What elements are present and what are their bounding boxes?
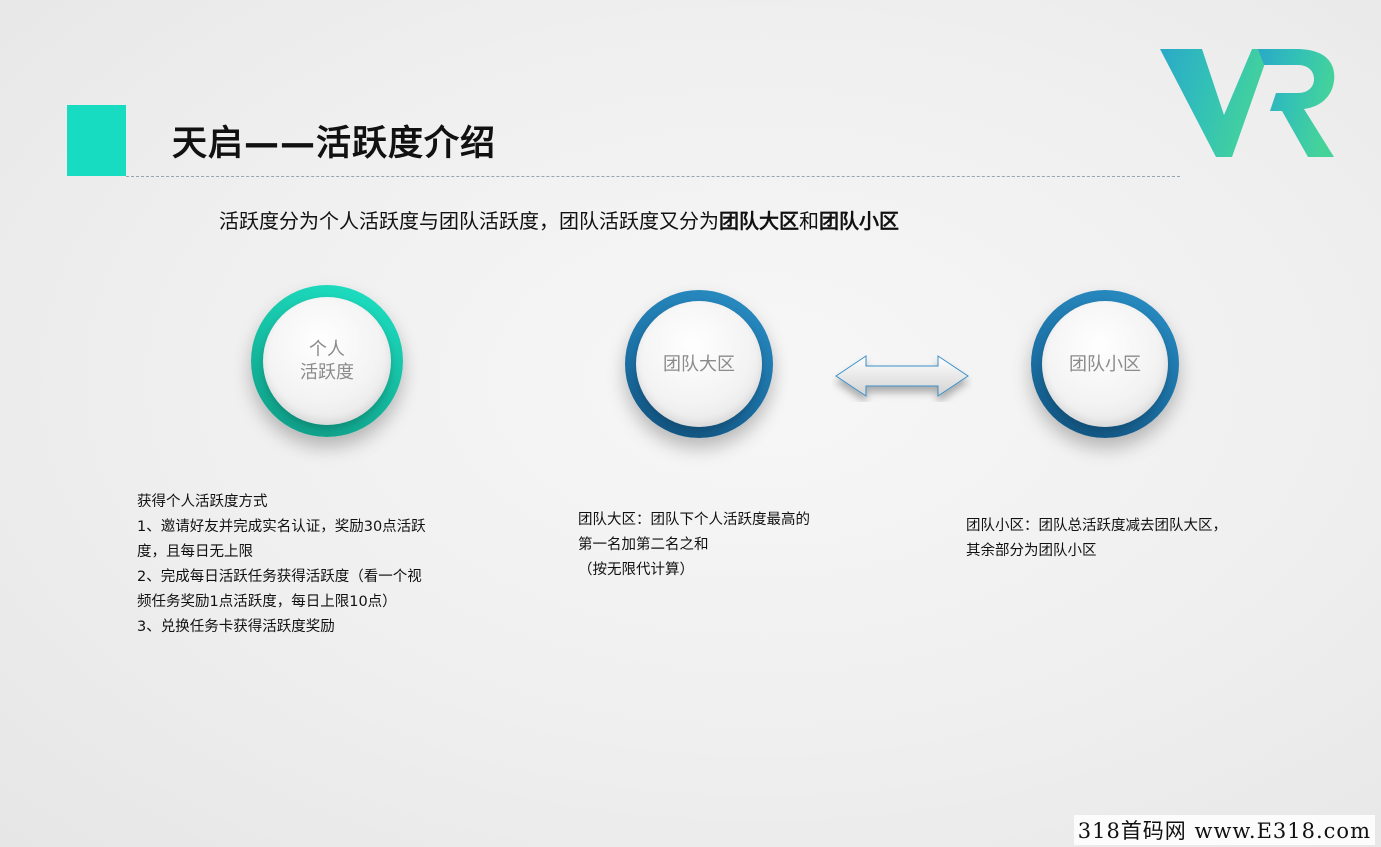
text-line: 频任务奖励1点活跃度，每日上限10点） — [137, 594, 397, 610]
circle-team-small-inner: 团队小区 — [1042, 301, 1168, 427]
text-line: 第一名加第二名之和 — [578, 537, 709, 553]
text-line: 获得个人活跃度方式 — [137, 494, 268, 510]
intro-and: 和 — [799, 209, 819, 233]
page-title: 天启——活跃度介绍 — [172, 124, 497, 164]
text-line: 2、完成每日活跃任务获得活跃度（看一个视 — [137, 569, 422, 585]
accent-block — [67, 105, 126, 176]
circle-team-small-label: 团队小区 — [1069, 353, 1141, 375]
text-line: 3、兑换任务卡获得活跃度奖励 — [137, 619, 335, 635]
text-line: 其余部分为团队小区 — [966, 543, 1097, 559]
slide: 天启——活跃度介绍 活跃度分为个人活跃度与团队活跃度，团队活跃度又分为团队大区和… — [0, 0, 1381, 847]
text-line: 1、邀请好友并完成实名认证，奖励30点活跃 — [137, 519, 426, 535]
intro-bold-small: 团队小区 — [819, 209, 899, 233]
double-arrow-icon — [835, 355, 969, 397]
team-big-description: 团队大区：团队下个人活跃度最高的 第一名加第二名之和 （按无限代计算） — [578, 508, 810, 583]
circle-team-big: 团队大区 — [625, 290, 773, 438]
intro-sentence: 活跃度分为个人活跃度与团队活跃度，团队活跃度又分为团队大区和团队小区 — [219, 206, 899, 236]
circle-team-big-inner: 团队大区 — [636, 301, 762, 427]
circle-team-big-label: 团队大区 — [663, 353, 735, 375]
watermark: 318首码网 www.E318.com — [1073, 815, 1375, 845]
text-line: （按无限代计算） — [578, 562, 694, 578]
circle-personal-inner: 个人 活跃度 — [263, 297, 391, 425]
title-divider — [126, 176, 1180, 177]
intro-bold-big: 团队大区 — [719, 209, 799, 233]
text-line: 团队大区：团队下个人活跃度最高的 — [578, 512, 810, 528]
circle-personal-label: 个人 活跃度 — [300, 339, 354, 383]
text-line: 度，且每日无上限 — [137, 544, 253, 560]
circle-team-small: 团队小区 — [1031, 290, 1179, 438]
circle-personal: 个人 活跃度 — [251, 285, 403, 437]
intro-text: 活跃度分为个人活跃度与团队活跃度，团队活跃度又分为 — [219, 209, 719, 233]
text-line: 团队小区：团队总活跃度减去团队大区， — [966, 518, 1227, 534]
team-small-description: 团队小区：团队总活跃度减去团队大区， 其余部分为团队小区 — [966, 514, 1227, 564]
personal-activity-description: 获得个人活跃度方式 1、邀请好友并完成实名认证，奖励30点活跃 度，且每日无上限… — [137, 490, 426, 640]
vr-logo-icon — [1160, 49, 1335, 157]
